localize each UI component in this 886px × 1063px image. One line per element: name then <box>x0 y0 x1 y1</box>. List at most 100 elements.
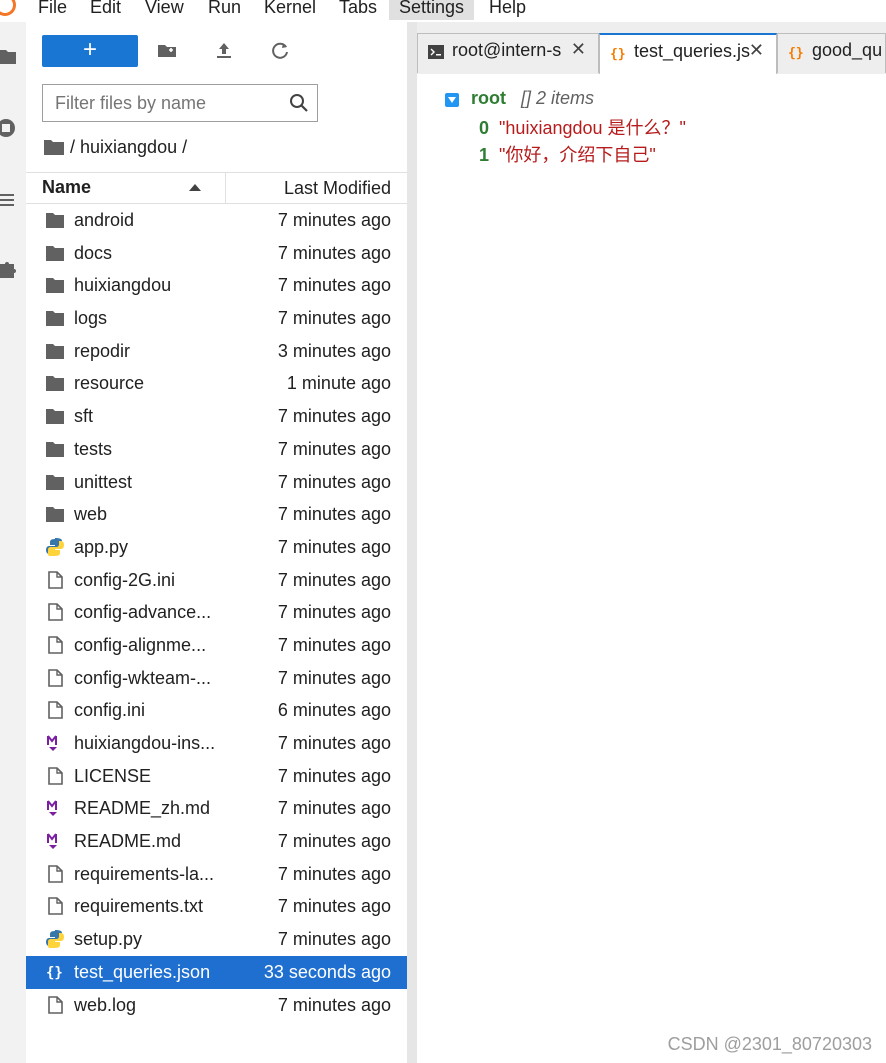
file-row[interactable]: requirements.txt 7 minutes ago <box>26 890 407 923</box>
file-list: android 7 minutes ago docs 7 minutes ago hui… <box>26 204 407 1021</box>
file-row[interactable]: unittest 7 minutes ago <box>26 466 407 499</box>
menu-file[interactable]: File <box>28 0 77 20</box>
column-name[interactable]: Name <box>42 177 91 198</box>
filter-files-input[interactable] <box>55 91 285 115</box>
filter-files-field[interactable] <box>42 84 318 122</box>
menu-view[interactable]: View <box>135 0 194 20</box>
menu-help[interactable]: Help <box>479 0 536 20</box>
folder-icon <box>46 376 64 392</box>
column-last-modified[interactable]: Last Modified <box>284 178 391 199</box>
file-name: README.md <box>74 831 182 852</box>
file-last-modified: 7 minutes ago <box>277 896 391 917</box>
close-icon[interactable]: ✕ <box>749 40 764 61</box>
file-row[interactable]: requirements-la... 7 minutes ago <box>26 858 407 891</box>
file-name: config-2G.ini <box>74 569 176 590</box>
file-row[interactable]: README.md 7 minutes ago <box>26 825 407 858</box>
file-last-modified: 7 minutes ago <box>277 602 391 623</box>
file-icon <box>48 636 63 654</box>
file-row[interactable]: docs 7 minutes ago <box>26 237 407 270</box>
upload-icon[interactable] <box>211 38 237 64</box>
menu-tabs[interactable]: Tabs <box>329 0 387 20</box>
file-row[interactable]: config-2G.ini 7 minutes ago <box>26 564 407 597</box>
json-icon: {} <box>788 46 804 60</box>
file-icon <box>48 668 63 687</box>
file-last-modified: 7 minutes ago <box>277 994 391 1015</box>
file-name: tests <box>74 438 113 459</box>
breadcrumb-path[interactable]: / huixiangdou / <box>70 137 187 157</box>
jupyter-logo-icon <box>0 0 16 16</box>
json-item: 1 "你好，介绍下自己" <box>479 141 656 167</box>
file-name: huixiangdou <box>74 275 172 296</box>
file-row[interactable]: resource 1 minute ago <box>26 367 407 400</box>
file-icon <box>48 897 63 916</box>
file-row[interactable]: repodir 3 minutes ago <box>26 335 407 368</box>
file-row[interactable]: {} test_queries.json 33 seconds ago <box>26 955 407 989</box>
tab-test-queries[interactable]: {} test_queries.js ✕ <box>599 33 777 75</box>
file-last-modified: 7 minutes ago <box>277 863 391 884</box>
markdown-file-icon <box>47 833 57 850</box>
file-name: repodir <box>74 340 131 361</box>
panel-splitter[interactable] <box>407 22 417 1063</box>
home-folder-icon[interactable] <box>44 139 64 155</box>
file-row[interactable]: README_zh.md 7 minutes ago <box>26 792 407 825</box>
collapse-toggle-icon[interactable] <box>445 93 459 107</box>
table-of-contents-icon[interactable] <box>0 190 16 210</box>
menu-settings[interactable]: Settings <box>389 0 475 20</box>
python-file-icon <box>46 930 64 949</box>
file-name: setup.py <box>74 929 143 950</box>
new-launcher-button[interactable]: + <box>42 35 138 67</box>
file-last-modified: 7 minutes ago <box>277 308 391 329</box>
file-last-modified: 7 minutes ago <box>277 831 391 852</box>
refresh-icon[interactable] <box>267 38 293 64</box>
tab-terminal[interactable]: root@intern-s ✕ <box>417 33 599 73</box>
file-name: config-advance... <box>74 602 212 623</box>
file-last-modified: 7 minutes ago <box>277 929 391 950</box>
new-folder-icon[interactable] <box>154 38 180 64</box>
file-icon <box>48 570 63 589</box>
menu-run[interactable]: Run <box>198 0 251 20</box>
file-row[interactable]: tests 7 minutes ago <box>26 433 407 466</box>
python-file-icon <box>46 537 64 556</box>
tab-good-queries[interactable]: {} good_qu <box>777 33 886 73</box>
extension-manager-icon[interactable] <box>0 258 16 278</box>
folder-icon <box>46 441 64 457</box>
file-row[interactable]: logs 7 minutes ago <box>26 302 407 335</box>
file-row[interactable]: app.py 7 minutes ago <box>26 531 407 564</box>
file-name: huixiangdou-ins... <box>74 733 216 753</box>
menu-edit[interactable]: Edit <box>80 0 131 20</box>
file-row[interactable]: web 7 minutes ago <box>26 498 407 531</box>
file-row[interactable]: huixiangdou 7 minutes ago <box>26 269 407 302</box>
file-row[interactable]: config-wkteam-... 7 minutes ago <box>26 662 407 695</box>
file-icon <box>48 995 63 1014</box>
json-item-index: 0 <box>479 118 490 138</box>
file-name: docs <box>74 242 113 263</box>
file-name: web.log <box>74 994 137 1015</box>
file-last-modified: 7 minutes ago <box>277 569 391 590</box>
menu-kernel[interactable]: Kernel <box>254 0 326 20</box>
markdown-file-icon <box>47 735 57 751</box>
file-row[interactable]: config.ini 6 minutes ago <box>26 694 407 727</box>
file-row[interactable]: sft 7 minutes ago <box>26 400 407 433</box>
tab-label: test_queries.js <box>634 41 751 61</box>
file-row[interactable]: config-advance... 7 minutes ago <box>26 596 407 629</box>
column-divider[interactable] <box>225 173 226 203</box>
file-row[interactable]: web.log 7 minutes ago <box>26 989 407 1022</box>
breadcrumb[interactable]: / huixiangdou / <box>44 134 187 160</box>
running-sessions-icon[interactable] <box>0 118 16 138</box>
folder-icon <box>46 245 64 261</box>
file-row[interactable]: android 7 minutes ago <box>26 204 407 237</box>
file-name: sft <box>74 406 94 427</box>
json-item-value: "你好，介绍下自己" <box>499 145 656 165</box>
file-row[interactable]: setup.py 7 minutes ago <box>26 923 407 956</box>
document-tab-bar: root@intern-s ✕ {} test_queries.js ✕ {} … <box>417 22 886 75</box>
close-icon[interactable]: ✕ <box>571 39 586 60</box>
file-name: web <box>74 504 108 525</box>
folder-icon <box>46 343 64 359</box>
file-row[interactable]: config-alignme... 7 minutes ago <box>26 629 407 662</box>
file-last-modified: 3 minutes ago <box>277 340 391 361</box>
file-row[interactable]: huixiangdou-ins... 7 minutes ago <box>26 727 407 760</box>
file-row[interactable]: LICENSE 7 minutes ago <box>26 760 407 793</box>
json-file-icon: {} <box>46 965 63 981</box>
tab-label: good_qu <box>812 40 883 60</box>
folder-icon[interactable] <box>0 46 16 66</box>
